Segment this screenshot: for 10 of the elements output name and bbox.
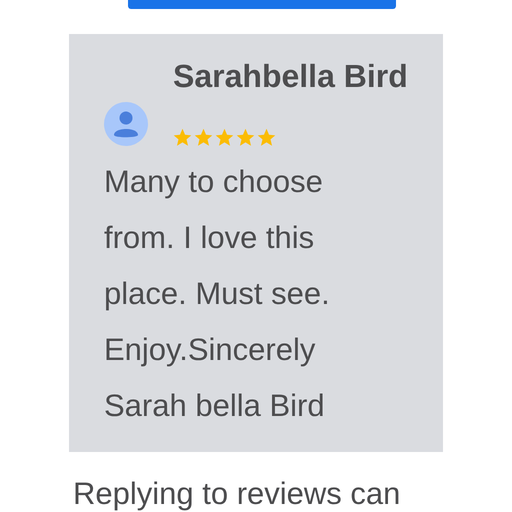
star-icon <box>214 127 235 148</box>
star-icon <box>193 127 214 148</box>
avatar-icon <box>104 102 148 146</box>
star-icon <box>235 127 256 148</box>
button[interactable] <box>128 0 396 9</box>
review-text: Many to choose from. I love this place. Must see. Enjoy.Sincerely Sarah bella Bird <box>104 163 331 425</box>
reviewer-name: Sarahbella Bird <box>173 57 409 96</box>
body-text: Replying to reviews can <box>73 476 402 512</box>
star-icon <box>256 127 277 148</box>
star-icon <box>172 127 193 148</box>
